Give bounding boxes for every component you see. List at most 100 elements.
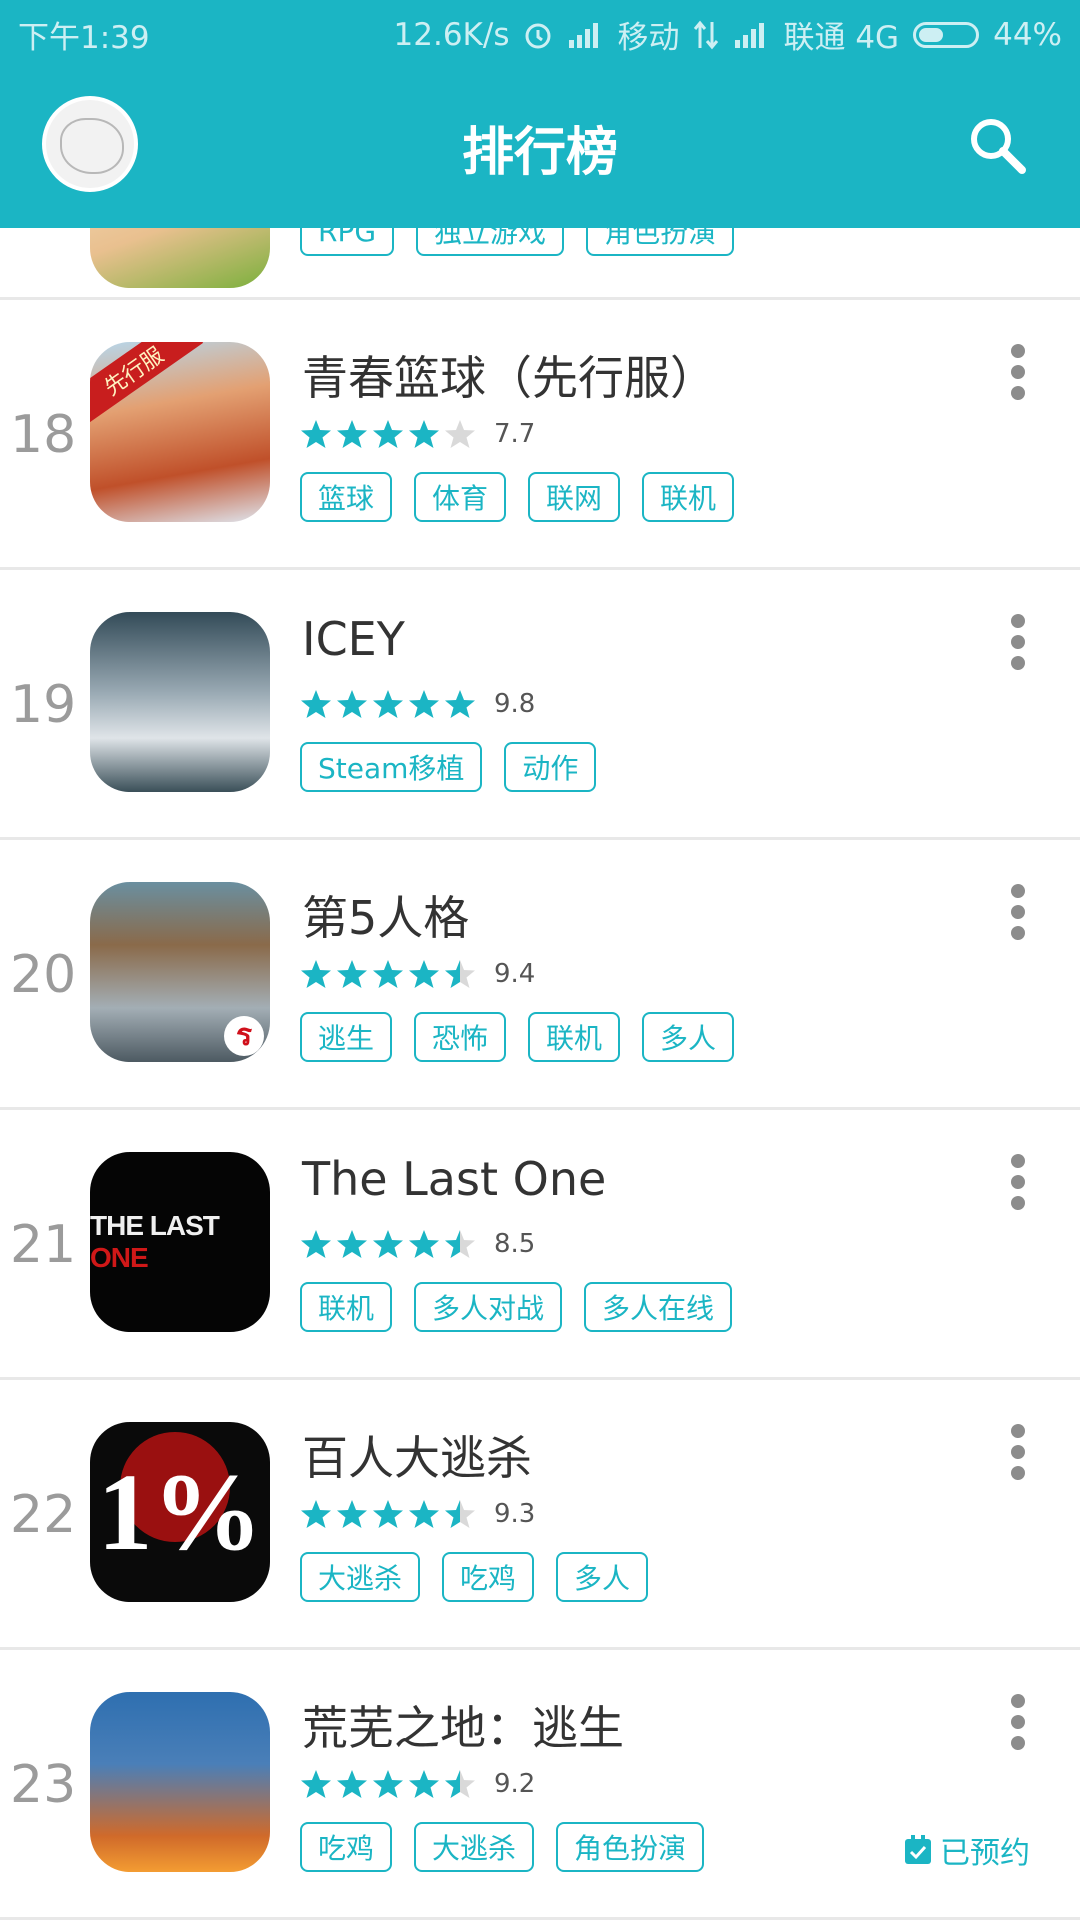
more-options-button[interactable] bbox=[1008, 1694, 1028, 1750]
star-rating: 9.4 bbox=[300, 958, 535, 990]
star-icon bbox=[337, 960, 367, 988]
list-item-partial[interactable]: RPG 独立游戏 角色扮演 bbox=[0, 228, 1080, 300]
app-bar: 排行榜 bbox=[0, 62, 1080, 228]
icon-logo-text: 1% bbox=[97, 1450, 263, 1573]
tag[interactable]: 大逃杀 bbox=[300, 1552, 421, 1602]
rank-number: 22 bbox=[10, 1485, 77, 1545]
list-item[interactable]: 20 ร 第5人格 9.4 逃生 恐怖 联机 多人 bbox=[0, 840, 1080, 1110]
carrier-2: 联通 4G bbox=[783, 20, 900, 56]
app-icon bbox=[90, 612, 270, 792]
tag[interactable]: Steam移植 bbox=[300, 742, 483, 792]
tag-list: 篮球 体育 联网 联机 bbox=[300, 472, 735, 522]
tag[interactable]: 篮球 bbox=[300, 472, 393, 522]
more-options-button[interactable] bbox=[1008, 614, 1028, 670]
tag[interactable]: 大逃杀 bbox=[414, 1822, 535, 1872]
star-rating: 8.5 bbox=[300, 1228, 535, 1260]
tag-list: 吃鸡 大逃杀 角色扮演 bbox=[300, 1822, 705, 1872]
calendar-check-icon bbox=[905, 1835, 931, 1864]
list-item[interactable]: 18 先行服 青春篮球（先行服） 7.7 篮球 体育 联网 联机 bbox=[0, 300, 1080, 570]
star-icon bbox=[409, 420, 439, 448]
list-item[interactable]: 23 荒芜之地：逃生 9.2 吃鸡 大逃杀 角色扮演 已预约 bbox=[0, 1650, 1080, 1920]
rating-score: 7.7 bbox=[494, 419, 536, 449]
tag-list: 大逃杀 吃鸡 多人 bbox=[300, 1552, 649, 1602]
more-options-button[interactable] bbox=[1008, 344, 1028, 400]
app-name: 青春篮球（先行服） bbox=[302, 351, 716, 405]
star-icon bbox=[373, 690, 403, 718]
tag[interactable]: 多人对战 bbox=[414, 1282, 563, 1332]
app-icon: THE LAST ONE bbox=[90, 1152, 270, 1332]
star-icon bbox=[409, 690, 439, 718]
tag[interactable]: 联机 bbox=[642, 472, 735, 522]
star-icon bbox=[337, 690, 367, 718]
rating-score: 9.8 bbox=[494, 689, 536, 719]
tag[interactable]: 体育 bbox=[414, 472, 507, 522]
tag[interactable]: 联机 bbox=[528, 1012, 621, 1062]
battery-percent: 44% bbox=[993, 16, 1062, 53]
star-icon bbox=[337, 1770, 367, 1798]
status-time: 下午1:39 bbox=[18, 20, 150, 56]
icon-logo-text: THE LAST ONE bbox=[90, 1210, 220, 1273]
ranking-list: RPG 独立游戏 角色扮演 18 先行服 青春篮球（先行服） 7.7 篮球 体育… bbox=[0, 228, 1080, 1920]
star-icon bbox=[301, 1770, 331, 1798]
app-name: The Last One bbox=[302, 1152, 607, 1206]
tag[interactable]: 多人在线 bbox=[584, 1282, 733, 1332]
list-item[interactable]: 21 THE LAST ONE The Last One 8.5 联机 多人对战… bbox=[0, 1110, 1080, 1380]
star-icon bbox=[409, 1230, 439, 1258]
app-icon: 先行服 bbox=[90, 342, 270, 522]
carrier-1: 移动 bbox=[617, 20, 680, 56]
star-icon bbox=[373, 1500, 403, 1528]
tag[interactable]: RPG bbox=[300, 228, 395, 256]
star-icon bbox=[409, 1770, 439, 1798]
rating-score: 8.5 bbox=[494, 1229, 536, 1259]
app-name: ICEY bbox=[302, 612, 405, 666]
tag[interactable]: 逃生 bbox=[300, 1012, 393, 1062]
signal-icon-2 bbox=[733, 22, 769, 48]
tag[interactable]: 联网 bbox=[528, 472, 621, 522]
star-icon bbox=[337, 1500, 367, 1528]
tag[interactable]: 联机 bbox=[300, 1282, 393, 1332]
star-icon bbox=[373, 1770, 403, 1798]
star-icon bbox=[301, 1500, 331, 1528]
tag[interactable]: 多人 bbox=[556, 1552, 649, 1602]
star-icon bbox=[301, 1230, 331, 1258]
star-icon bbox=[373, 1230, 403, 1258]
app-icon: ร bbox=[90, 882, 270, 1062]
more-options-button[interactable] bbox=[1008, 884, 1028, 940]
data-transfer-icon bbox=[693, 20, 719, 50]
star-icon bbox=[445, 1500, 475, 1528]
rank-number: 18 bbox=[10, 405, 77, 465]
star-icon bbox=[337, 420, 367, 448]
list-item[interactable]: 19 ICEY 9.8 Steam移植 动作 bbox=[0, 570, 1080, 840]
rating-score: 9.3 bbox=[494, 1499, 536, 1529]
publisher-logo-icon: ร bbox=[224, 1016, 264, 1056]
tag[interactable]: 吃鸡 bbox=[300, 1822, 393, 1872]
reserved-status[interactable]: 已预约 bbox=[902, 1828, 1030, 1872]
signal-icon bbox=[567, 22, 603, 48]
more-options-button[interactable] bbox=[1008, 1154, 1028, 1210]
star-icon bbox=[337, 1230, 367, 1258]
battery-icon bbox=[913, 21, 980, 48]
tag[interactable]: 独立游戏 bbox=[416, 228, 565, 256]
alarm-icon bbox=[523, 20, 553, 50]
tag[interactable]: 动作 bbox=[504, 742, 597, 792]
tag-list: Steam移植 动作 bbox=[300, 742, 597, 792]
star-rating: 9.2 bbox=[300, 1768, 535, 1800]
tag[interactable]: 角色扮演 bbox=[556, 1822, 705, 1872]
star-rating: 9.3 bbox=[300, 1498, 535, 1530]
more-options-button[interactable] bbox=[1008, 1424, 1028, 1480]
app-name: 百人大逃杀 bbox=[302, 1431, 532, 1485]
star-icon bbox=[301, 960, 331, 988]
star-icon bbox=[445, 1770, 475, 1798]
star-icon bbox=[445, 690, 475, 718]
icon-badge: 先行服 bbox=[90, 342, 204, 427]
tag-list: 联机 多人对战 多人在线 bbox=[300, 1282, 733, 1332]
tag-list: 逃生 恐怖 联机 多人 bbox=[300, 1012, 735, 1062]
tag[interactable]: 多人 bbox=[642, 1012, 735, 1062]
list-item[interactable]: 22 1% 百人大逃杀 9.3 大逃杀 吃鸡 多人 bbox=[0, 1380, 1080, 1650]
star-icon bbox=[445, 420, 475, 448]
rank-number: 19 bbox=[10, 675, 77, 735]
tag[interactable]: 吃鸡 bbox=[442, 1552, 535, 1602]
tag[interactable]: 角色扮演 bbox=[586, 228, 735, 256]
search-button[interactable] bbox=[966, 114, 1030, 178]
tag[interactable]: 恐怖 bbox=[414, 1012, 507, 1062]
